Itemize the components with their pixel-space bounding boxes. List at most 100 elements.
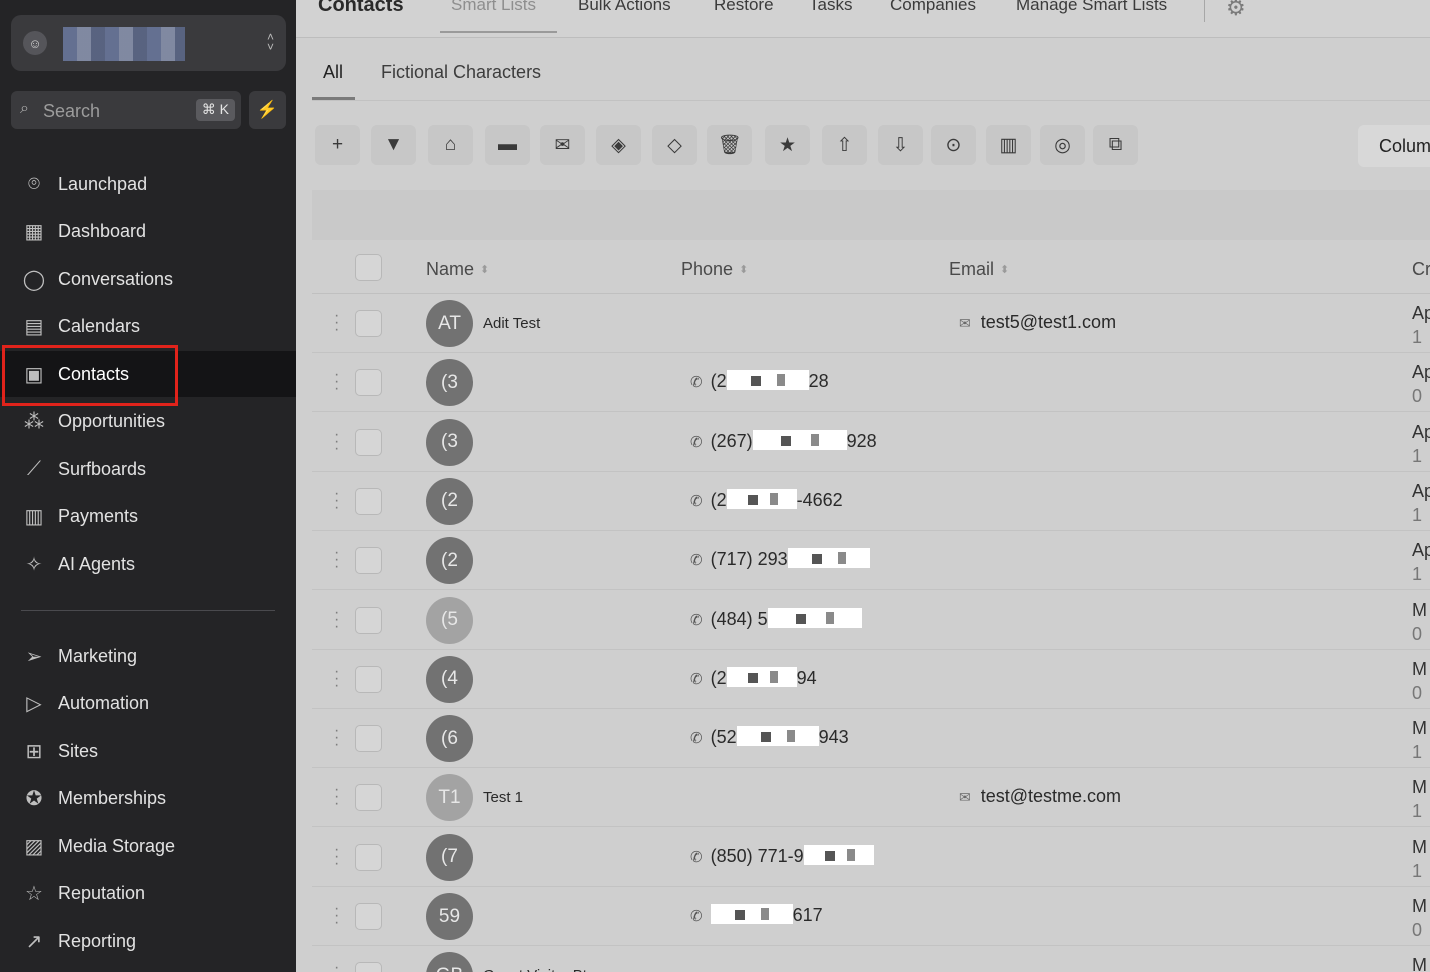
contact-phone[interactable]: ✆ (2 -4662 [690,488,843,511]
search-box[interactable]: ⌕ Search ⌘ K [11,91,241,129]
account-switcher[interactable]: ☺ ˄ ˅ [11,15,286,71]
sidebar-item-media-storage[interactable]: ▨ Media Storage [0,823,296,869]
review-star-button[interactable]: ★ [765,125,810,165]
row-menu-icon[interactable]: ··· [334,485,339,515]
row-menu-icon[interactable]: ··· [334,901,339,931]
tab-bulk-actions[interactable]: Bulk Actions [578,0,671,15]
row-checkbox[interactable] [355,428,382,456]
contact-phone[interactable]: ✆ (717) 293 [690,548,870,570]
delete-button[interactable]: 🗑 [707,125,752,165]
created-month: M [1412,955,1427,972]
row-menu-icon[interactable]: ··· [334,841,339,871]
contact-name[interactable]: Test 1 [483,789,523,806]
row-checkbox[interactable] [355,784,382,812]
sidebar-item-sites[interactable]: ⊞ Sites [0,728,296,774]
filter-button[interactable]: ▼ [371,125,416,165]
row-menu-icon[interactable]: ··· [334,604,339,634]
row-checkbox[interactable] [355,843,382,871]
column-header-created[interactable]: Cr [1412,259,1430,280]
contact-phone[interactable]: ✆ (484) 5 [690,607,862,630]
table-row[interactable]: · · · (4 ✆ (2 94 M 0 [312,650,1430,709]
sidebar-item-conversations[interactable]: ◯ Conversations [0,256,296,302]
whatsapp-button[interactable]: ◎ [1040,125,1085,165]
column-header-phone[interactable]: Phone ⬍ [681,259,748,280]
table-row[interactable]: ··· GB Guest Visitor Btown M [312,946,1430,972]
row-menu-icon[interactable]: ··· [334,367,339,397]
sidebar-item-launchpad[interactable]: ⌾ Launchpad [0,161,296,207]
tab-restore[interactable]: Restore [714,0,774,15]
row-checkbox[interactable] [355,725,382,753]
contact-phone[interactable]: ✆ (2 94 [690,666,817,689]
select-all-checkbox[interactable] [355,254,382,281]
email-button[interactable]: ✉ [540,125,585,165]
row-checkbox[interactable] [355,665,382,693]
sidebar-item-payments[interactable]: ▥ Payments [0,494,296,540]
add-contact-button[interactable]: + [315,125,360,165]
sidebar-item-memberships[interactable]: ✪ Memberships [0,776,296,822]
duplicate-button[interactable]: ⧉ [1093,125,1138,165]
row-checkbox[interactable] [355,903,382,930]
row-checkbox[interactable] [355,369,382,397]
column-header-name[interactable]: Name ⬍ [426,259,489,280]
sidebar-item-calendars[interactable]: ▤ Calendars [0,304,296,350]
row-menu-icon[interactable]: ··· [334,426,339,456]
contact-phone[interactable]: ✆ (267) 928 [690,429,877,452]
tab-tasks[interactable]: Tasks [809,0,852,15]
export-button[interactable]: ⇧ [822,125,867,165]
table-row[interactable]: · · · (3 ✆ (2 28 Ap 0 [312,353,1430,413]
contact-phone[interactable]: ✆ 617 [690,904,823,926]
row-menu-icon[interactable]: ··· [334,723,339,753]
add-to-campaign-button[interactable]: ⊙ [931,125,976,165]
tab-smart-lists[interactable]: Smart Lists [451,0,536,15]
row-menu-icon[interactable]: ··· [334,308,339,338]
contact-email[interactable]: ✉ test5@test1.com [959,312,1116,333]
subtab-divider [312,100,1430,101]
row-checkbox[interactable] [355,310,382,337]
sidebar-item-automation[interactable]: ▷ Automation [0,681,296,727]
table-row[interactable]: · · · (3 ✆ (267) 928 Ap 1 [312,413,1430,472]
subtab-all[interactable]: All [323,62,343,83]
table-row[interactable]: · · · AT Adit Test ✉ test5@test1.com Ap 1 [312,294,1430,353]
sidebar-item-surfboards[interactable]: ⟋ Surfboards [0,446,296,492]
company-button[interactable]: ▥ [986,125,1031,165]
sidebar-item-marketing[interactable]: ➢ Marketing [0,633,296,679]
remove-tag-button[interactable]: ◇ [652,125,697,165]
table-row[interactable]: · · · (5 ✆ (484) 5M0 [312,591,1430,650]
row-checkbox[interactable] [355,606,382,634]
sidebar-item-ai-agents[interactable]: ✧ AI Agents [0,541,296,587]
row-menu-icon[interactable]: ··· [334,663,339,693]
subtab-fictional-characters[interactable]: Fictional Characters [381,62,541,83]
table-row[interactable]: · · · (2 ✆ (717) 293 Ap 1 [312,531,1430,591]
gear-icon[interactable]: ⚙ [1226,0,1246,21]
add-tag-button[interactable]: ◈ [596,125,641,165]
sidebar-item-reporting[interactable]: ↗ Reporting [0,918,296,964]
row-checkbox[interactable] [355,962,382,972]
contact-name[interactable]: Guest Visitor Btown [483,967,614,972]
table-row[interactable]: · · · (6 ✆ (52 943 M 1 [312,709,1430,769]
row-checkbox[interactable] [355,487,382,515]
quick-actions-bolt-icon[interactable]: ⚡ [249,91,286,129]
table-row[interactable]: · · · T1 Test 1 ✉ test@testme.com M 1 [312,768,1430,828]
tab-companies[interactable]: Companies [890,0,976,15]
sidebar-item-dashboard[interactable]: ▦ Dashboard [0,209,296,255]
row-menu-icon[interactable]: ··· [334,960,339,972]
table-row[interactable]: · · · (2 ✆ (2 -4662 Ap 1 [312,472,1430,531]
contact-phone[interactable]: ✆ (52 943 [690,726,849,748]
contact-name[interactable]: Adit Test [483,315,540,332]
import-button[interactable]: ⇩ [878,125,923,165]
table-row[interactable]: · · · 59 ✆ 617 M 0 [312,887,1430,946]
sms-button[interactable]: ▬ [485,125,530,165]
columns-button[interactable]: Colum [1358,125,1430,167]
contact-phone[interactable]: ✆ (2 28 [690,370,829,392]
contact-email[interactable]: ✉ test@testme.com [959,786,1121,807]
tab-manage-smart-lists[interactable]: Manage Smart Lists [1016,0,1167,15]
row-checkbox[interactable] [355,547,382,575]
whatsapp-icon: ◎ [1054,134,1071,156]
row-menu-icon[interactable]: ··· [334,782,339,812]
sidebar-item-reputation[interactable]: ☆ Reputation [0,871,296,917]
automation-bot-button[interactable]: ⌂ [428,125,473,165]
contact-phone[interactable]: ✆ (850) 771-9 [690,844,874,867]
column-header-email[interactable]: Email ⬍ [949,259,1009,280]
row-menu-icon[interactable]: ··· [334,545,339,575]
table-row[interactable]: · · · (7 ✆ (850) 771-9 M 1 [312,828,1430,887]
